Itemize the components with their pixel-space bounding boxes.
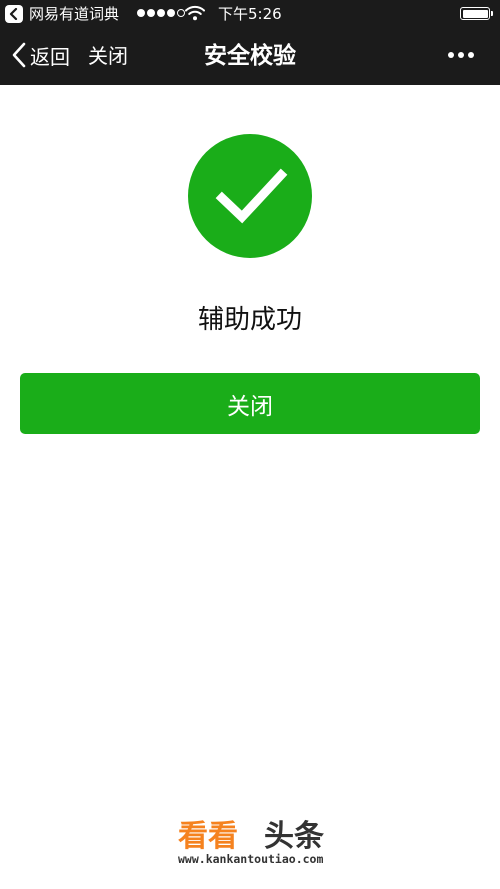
back-button-label: 返回 — [30, 45, 70, 69]
watermark-url: www.kankantoutiao.com — [178, 852, 323, 866]
status-time: 下午5:26 — [218, 5, 282, 23]
signal-dot — [167, 9, 175, 17]
nav-bar: 返回 关闭 安全校验 — [0, 28, 500, 85]
signal-dot — [137, 9, 145, 17]
watermark-brand-highlight: 看看 — [178, 819, 238, 854]
status-bar: 网易有道词典 下午5:26 — [0, 0, 500, 28]
signal-dot — [147, 9, 155, 17]
more-dot — [448, 52, 454, 58]
battery-tip — [491, 11, 493, 16]
battery-body — [460, 7, 490, 20]
app-back-icon — [5, 5, 23, 23]
more-dot — [458, 52, 464, 58]
back-button[interactable]: 返回 — [12, 42, 70, 72]
battery-fill — [462, 9, 488, 18]
wifi-icon — [185, 5, 205, 25]
page-title: 安全校验 — [204, 43, 296, 69]
check-circle-icon — [188, 134, 312, 258]
phone-screen: 网易有道词典 下午5:26 返回 关闭 安全校验 辅助成功 关闭 看看 头条 w… — [0, 0, 500, 889]
more-dots-icon[interactable] — [448, 52, 478, 58]
signal-dots-icon — [137, 9, 187, 17]
more-dot — [468, 52, 474, 58]
signal-dot-empty — [177, 9, 185, 17]
back-to-app[interactable]: 网易有道词典 — [5, 5, 119, 23]
close-button[interactable]: 关闭 — [20, 373, 480, 434]
close-link[interactable]: 关闭 — [88, 42, 128, 70]
back-app-label: 网易有道词典 — [29, 5, 120, 23]
signal-dot — [157, 9, 165, 17]
battery-icon — [460, 7, 493, 20]
kankantoutiao-watermark-logo: 看看 头条 www.kankantoutiao.com — [178, 819, 324, 866]
watermark-brand-rest: 头条 — [264, 819, 324, 854]
chevron-left-icon — [12, 42, 26, 72]
result-message: 辅助成功 — [197, 305, 302, 335]
